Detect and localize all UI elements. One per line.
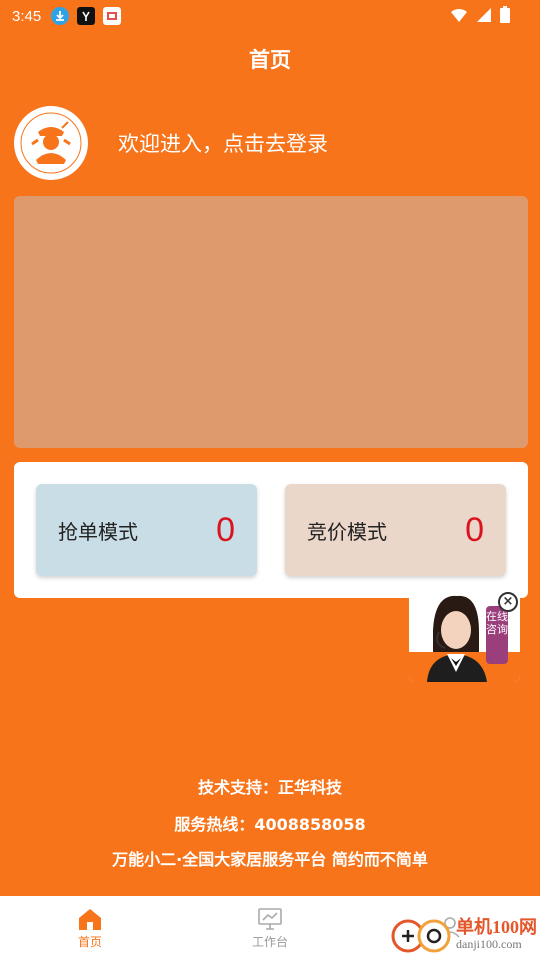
tab-home[interactable]: 首页 [0,896,180,960]
watermark-logo-icon [391,919,451,953]
tab-workbench-label: 工作台 [251,934,288,949]
banner-image[interactable] [14,196,528,448]
slogan-text: 万能小二·全国大家居服务平台 简约而不简单 [112,850,428,869]
watermark-name: 单机100网 [456,916,537,937]
grab-order-count: 0 [216,510,235,549]
signal-icon [477,7,491,22]
grab-order-mode-label: 抢单模式 [58,519,138,544]
login-prompt[interactable]: 欢迎进入，点击去登录 [14,106,328,180]
tab-workbench[interactable]: 工作台 [180,896,360,960]
app-icon [77,7,96,25]
bidding-mode-label: 竞价模式 [307,519,387,544]
status-bar: 3:45 [0,0,540,32]
battery-icon [500,6,510,23]
wifi-icon [451,8,467,22]
online-consult-widget[interactable]: 在线咨询 × [409,592,520,682]
close-icon[interactable]: × [498,592,518,612]
app-icon [103,7,122,25]
tech-support-text: 技术支持：正华科技 [197,778,342,797]
logo-icon [20,112,82,174]
welcome-login-text[interactable]: 欢迎进入，点击去登录 [118,128,328,158]
watermark-url: danji100.com [456,936,522,951]
home-icon [79,908,101,930]
bidding-count: 0 [465,510,484,549]
mode-panel: 抢单模式 0 竞价模式 0 [14,462,528,598]
watermark: 单机100网 danji100.com [390,914,537,954]
system-icons [450,6,510,23]
download-icon [51,7,70,25]
monitor-chart-icon [258,907,282,930]
tab-home-label: 首页 [77,934,102,949]
avatar[interactable] [14,106,88,180]
bidding-mode-card[interactable]: 竞价模式 0 [285,484,506,576]
page-title: 首页 [249,48,291,72]
status-time: 3:45 [12,7,42,25]
online-consult-label: 在线咨询 [486,606,508,664]
grab-order-mode-card[interactable]: 抢单模式 0 [36,484,257,576]
service-hotline-text[interactable]: 服务热线：4008858058 [0,811,540,835]
